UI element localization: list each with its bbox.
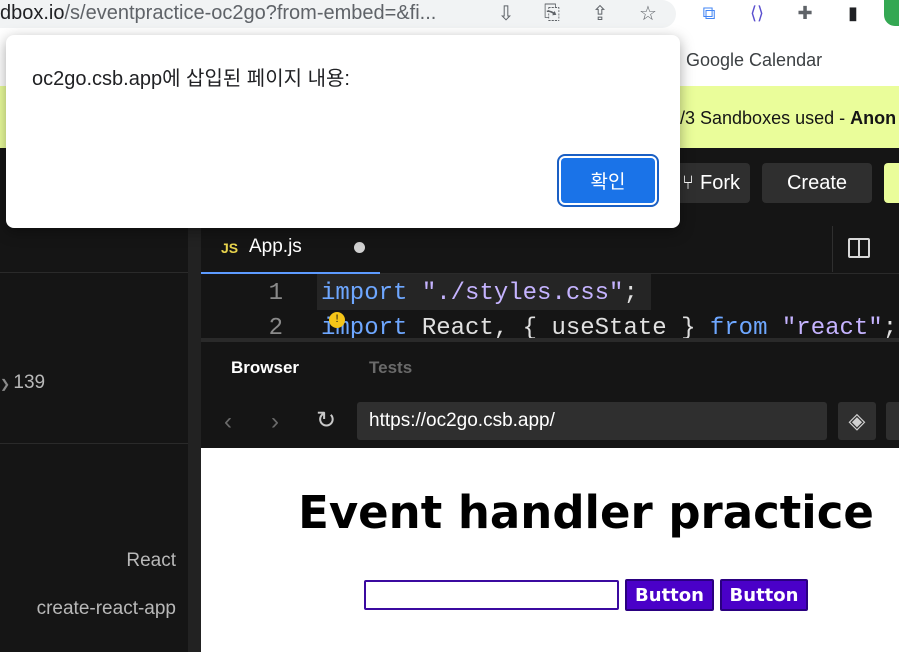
translate-icon[interactable]: ⎘ — [538, 0, 566, 26]
share-icon[interactable]: ⇪ — [586, 0, 614, 26]
split-view-icon[interactable] — [848, 238, 870, 258]
code-keyword: from — [709, 315, 768, 340]
code-string: "./styles.css" — [421, 280, 624, 307]
code-string: "react" — [781, 315, 883, 340]
practice-button-1[interactable]: Button — [625, 579, 714, 611]
url-path: /s/eventpractice-oc2go?from-embed=&fi... — [64, 2, 437, 24]
sign-in-button[interactable] — [884, 163, 899, 203]
unsaved-dot-icon[interactable] — [354, 242, 365, 253]
banner-text-part: /3 Sandboxes used - — [680, 108, 851, 128]
sidebar-divider — [0, 443, 188, 444]
practice-input[interactable] — [364, 580, 619, 610]
page-title: Event handler practice — [298, 486, 874, 539]
fork-count-icon: ❯ — [0, 377, 14, 391]
reload-icon[interactable]: ↻ — [316, 406, 336, 435]
dialog-ok-button[interactable]: 확인 — [561, 158, 655, 203]
preview-tab-bar — [201, 342, 899, 394]
create-label: Create — [786, 171, 848, 194]
practice-button-2[interactable]: Button — [720, 579, 808, 611]
dialog-message: oc2go.csb.app에 삽입된 페이지 내용: — [32, 68, 350, 90]
code-keyword: import — [321, 280, 408, 307]
fork-icon: ⑂ — [682, 171, 694, 194]
url-host: dbox.io — [0, 2, 65, 24]
code-punct: ; — [623, 280, 638, 307]
back-icon[interactable]: ‹ — [224, 408, 232, 436]
sidebar-divider — [0, 272, 188, 273]
lightbulb-icon[interactable]: ! — [329, 312, 345, 328]
fork-count-value: 139 — [13, 372, 46, 393]
create-button[interactable]: Create — [762, 163, 872, 203]
js-file-icon: JS — [221, 240, 239, 256]
devtools-extension-icon[interactable]: ⟨⟩ — [742, 0, 772, 26]
tab-divider — [832, 226, 833, 272]
sidebar — [0, 220, 188, 652]
code-punct: ; — [882, 315, 898, 340]
sandbox-usage-text: /3 Sandboxes used - Anon — [680, 108, 896, 129]
side-panel-icon[interactable]: ▮ — [838, 0, 868, 26]
code-line-2: import React, { useState } from "react"; — [321, 315, 897, 340]
code-text: React, { useState } — [407, 315, 710, 340]
fork-count: ❯ 139 — [0, 372, 45, 394]
line-number: 2 — [268, 315, 283, 340]
codesandbox-logo-icon[interactable]: ◈ — [838, 402, 876, 440]
preview-page — [201, 448, 899, 652]
open-new-window-button[interactable] — [886, 402, 899, 440]
code-editor[interactable]: 1 import "./styles.css"; 2 import React,… — [201, 274, 899, 340]
bookmark-star-icon[interactable]: ☆ — [634, 0, 662, 26]
banner-bold-text: Anon — [850, 108, 897, 128]
bookmark-google-calendar[interactable]: Google Calendar — [686, 46, 822, 74]
dependency-react[interactable]: React — [0, 550, 176, 572]
tab-browser[interactable]: Browser — [231, 358, 299, 378]
profile-avatar[interactable] — [884, 0, 899, 26]
sidebar-resize-handle[interactable] — [188, 200, 201, 652]
line-number: 1 — [268, 280, 283, 307]
forward-icon[interactable]: › — [271, 408, 279, 436]
tab-label: App.js — [249, 236, 302, 257]
url-text[interactable]: dbox.io/s/eventpractice-oc2go?from-embed… — [0, 1, 436, 27]
install-icon[interactable]: ⇩ — [492, 0, 520, 26]
extensions-puzzle-icon[interactable]: ✚ — [790, 0, 820, 26]
code-line-1: import "./styles.css"; — [321, 280, 638, 307]
tab-tests[interactable]: Tests — [369, 358, 412, 378]
dependency-create-react-app[interactable]: create-react-app — [0, 598, 176, 620]
fork-label: Fork — [700, 171, 740, 194]
preview-address-input[interactable]: https://oc2go.csb.app/ — [357, 402, 827, 440]
google-translate-extension-icon[interactable]: ⧉ — [694, 0, 724, 26]
